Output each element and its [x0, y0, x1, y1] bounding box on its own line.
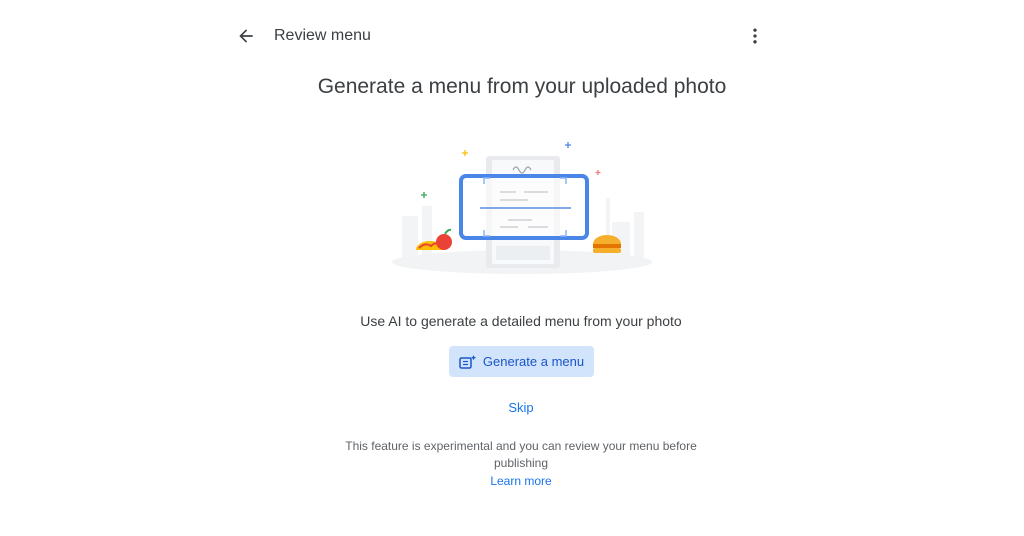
- more-options-button[interactable]: [741, 22, 769, 50]
- skip-link[interactable]: Skip: [508, 400, 533, 415]
- ai-menu-icon: [459, 354, 477, 370]
- more-vert-icon: [753, 28, 757, 44]
- learn-more-link[interactable]: Learn more: [490, 474, 551, 488]
- generate-menu-label: Generate a menu: [482, 354, 585, 369]
- page-title: Review menu: [274, 27, 371, 44]
- experimental-disclaimer: This feature is experimental and you can…: [345, 439, 697, 470]
- headline: Generate a menu from your uploaded photo: [317, 75, 727, 98]
- subtitle: Use AI to generate a detailed menu from …: [360, 313, 682, 329]
- menu-scan-illustration: [382, 136, 672, 286]
- back-button[interactable]: [232, 22, 260, 50]
- top-bar: Review menu: [0, 0, 1024, 72]
- skip-link-row: Skip: [0, 400, 1024, 416]
- generate-menu-button[interactable]: Generate a menu: [449, 346, 594, 377]
- review-menu-page: Review menu Generate a menu from your up…: [0, 0, 1024, 536]
- arrow-back-icon: [239, 29, 253, 43]
- learn-more-row: Learn more: [0, 473, 1024, 489]
